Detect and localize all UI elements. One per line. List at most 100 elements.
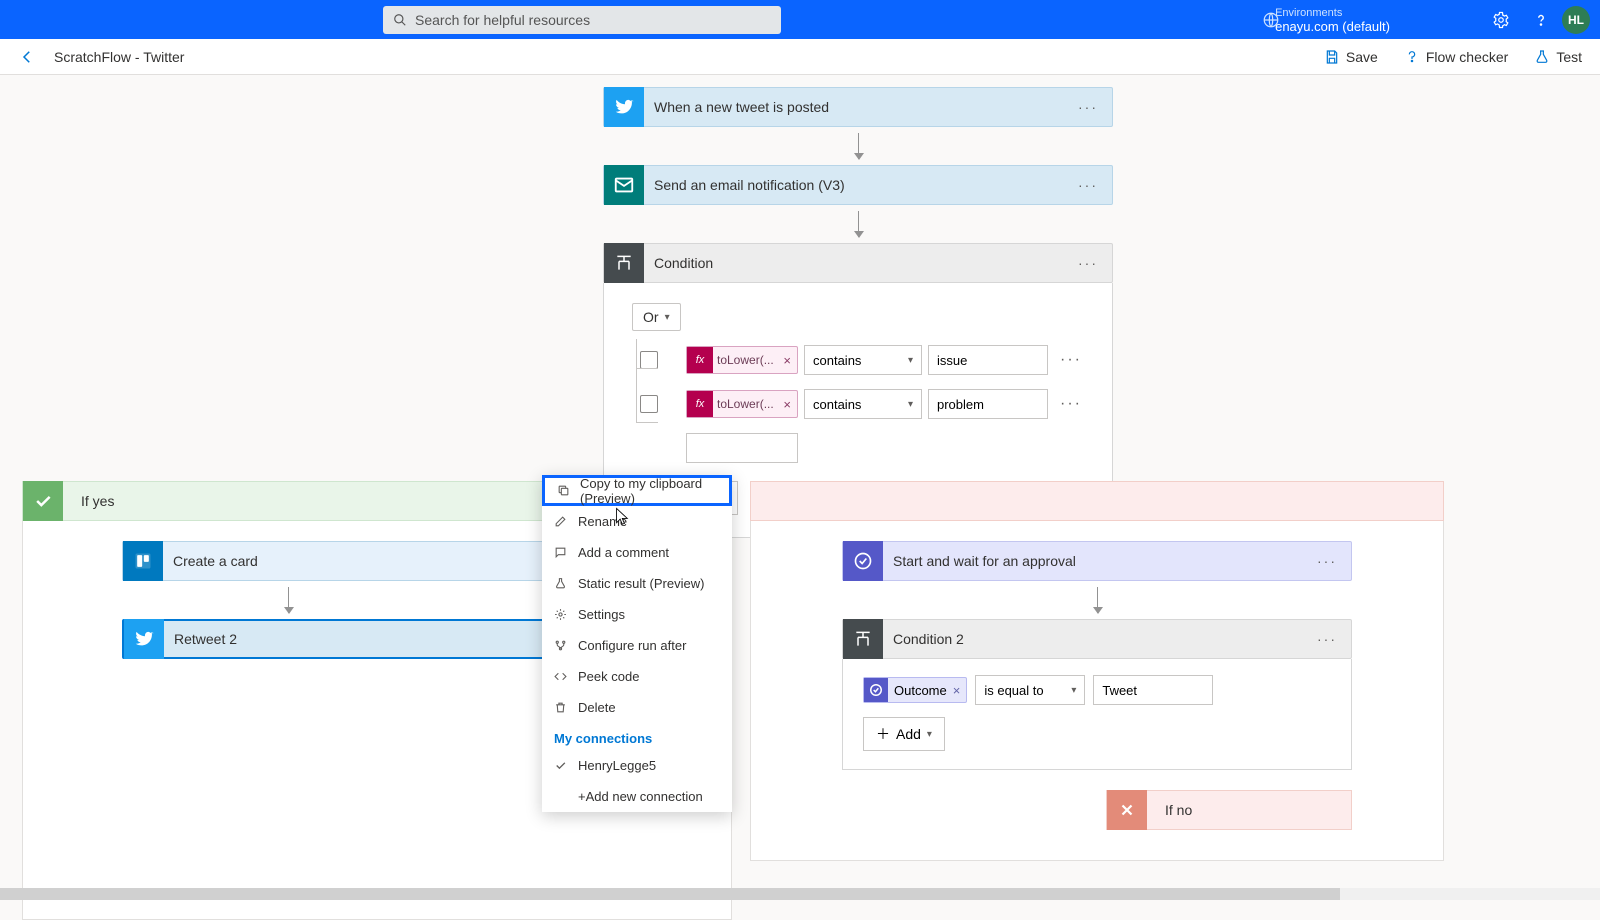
step-menu-button[interactable]: ···	[1078, 177, 1112, 193]
chevron-down-icon: ▾	[908, 355, 913, 366]
remove-token-button[interactable]: ×	[953, 683, 967, 698]
step-menu-button[interactable]: ···	[1317, 631, 1351, 647]
condition-icon	[843, 619, 883, 659]
step-start-approval[interactable]: Start and wait for an approval ···	[842, 541, 1352, 581]
back-button[interactable]	[18, 48, 36, 66]
search-placeholder: Search for helpful resources	[415, 12, 590, 28]
step-menu-button[interactable]: ···	[1317, 553, 1351, 569]
value-input[interactable]: problem	[928, 389, 1048, 419]
twitter-icon	[604, 87, 644, 127]
row-menu-button[interactable]: ···	[1060, 351, 1082, 369]
menu-add-connection[interactable]: +Add new connection	[542, 781, 732, 812]
approval-icon	[864, 678, 888, 702]
flow-canvas[interactable]: When a new tweet is posted ··· Send an e…	[0, 75, 1600, 900]
step-context-menu: Copy to my clipboard (Preview) Rename Ad…	[542, 475, 732, 812]
test-button[interactable]: Test	[1534, 49, 1582, 65]
flow-title: ScratchFlow - Twitter	[54, 49, 184, 65]
add-condition-button[interactable]: ＋ Add ▾	[863, 717, 945, 751]
flask-icon	[554, 577, 568, 590]
app-header: Search for helpful resources Environment…	[0, 0, 1600, 39]
step-title: Send an email notification (V3)	[644, 177, 1078, 193]
step-title: Start and wait for an approval	[883, 553, 1317, 569]
empty-expression-input[interactable]	[686, 433, 798, 463]
fx-icon: fx	[687, 391, 713, 417]
condition-row-empty	[632, 433, 1084, 463]
search-input[interactable]: Search for helpful resources	[383, 6, 781, 34]
comment-icon	[554, 546, 568, 559]
remove-token-button[interactable]: ×	[783, 353, 797, 368]
search-icon	[393, 13, 407, 27]
menu-section-connections: My connections	[542, 723, 732, 750]
help-icon[interactable]	[1532, 11, 1550, 29]
operator-dropdown[interactable]: contains ▾	[804, 345, 922, 375]
horizontal-scrollbar[interactable]	[0, 888, 1600, 900]
step-title: Retweet 2	[164, 631, 580, 647]
condition-row: fx toLower(... × contains ▾ issue ···	[632, 345, 1084, 375]
chevron-down-icon: ▾	[1071, 685, 1076, 696]
menu-add-comment[interactable]: Add a comment	[542, 537, 732, 568]
menu-static-result[interactable]: Static result (Preview)	[542, 568, 732, 599]
connector-arrow	[288, 587, 289, 613]
save-button[interactable]: Save	[1324, 49, 1378, 65]
value-input[interactable]: issue	[928, 345, 1048, 375]
step-condition[interactable]: Condition ···	[603, 243, 1113, 283]
environment-value: enayu.com (default)	[1275, 20, 1390, 33]
branch-icon	[554, 639, 568, 652]
plus-icon: ＋	[876, 724, 890, 744]
step-menu-button[interactable]: ···	[1078, 99, 1112, 115]
condition-row: fx toLower(... × contains ▾ problem ···	[632, 389, 1084, 419]
user-avatar[interactable]: HL	[1562, 6, 1590, 34]
condition-join-dropdown[interactable]: Or ▾	[632, 303, 681, 331]
menu-configure-run-after[interactable]: Configure run after	[542, 630, 732, 661]
if-no-branch[interactable]	[750, 481, 1444, 521]
check-icon	[23, 481, 63, 521]
row-menu-button[interactable]: ···	[1060, 395, 1082, 413]
chevron-down-icon: ▾	[927, 729, 932, 740]
value-input[interactable]: Tweet	[1093, 675, 1213, 705]
code-icon	[554, 670, 568, 683]
menu-rename[interactable]: Rename	[542, 506, 732, 537]
close-icon	[1107, 790, 1147, 830]
environment-picker[interactable]: Environments enayu.com (default)	[1275, 7, 1390, 33]
step-title: When a new tweet is posted	[644, 99, 1078, 115]
menu-connection-item[interactable]: HenryLegge5	[542, 750, 732, 781]
nested-if-no-branch[interactable]: If no	[1106, 790, 1352, 830]
connector-arrow	[1097, 587, 1098, 613]
command-bar: ScratchFlow - Twitter Save Flow checker …	[0, 39, 1600, 75]
header-actions	[1492, 11, 1550, 29]
approval-icon	[843, 541, 883, 581]
connector-arrow	[858, 133, 859, 159]
trello-icon	[123, 541, 163, 581]
mail-icon	[604, 165, 644, 205]
scrollbar-thumb[interactable]	[0, 888, 1340, 900]
menu-delete[interactable]: Delete	[542, 692, 732, 723]
chevron-down-icon: ▾	[908, 399, 913, 410]
expression-token[interactable]: fx toLower(... ×	[686, 346, 798, 374]
environment-label: Environments	[1275, 7, 1390, 20]
step-trigger-twitter[interactable]: When a new tweet is posted ···	[603, 87, 1113, 127]
flow-checker-button[interactable]: Flow checker	[1404, 49, 1508, 65]
expression-token[interactable]: fx toLower(... ×	[686, 390, 798, 418]
edit-icon	[554, 515, 568, 528]
check-icon	[554, 759, 568, 772]
chevron-down-icon: ▾	[665, 312, 670, 323]
step-condition-2[interactable]: Condition 2 ···	[842, 619, 1352, 659]
menu-settings[interactable]: Settings	[542, 599, 732, 630]
menu-peek-code[interactable]: Peek code	[542, 661, 732, 692]
step-menu-button[interactable]: ···	[1078, 255, 1112, 271]
outcome-token[interactable]: Outcome ×	[863, 677, 967, 703]
step-title: Create a card	[163, 553, 597, 569]
connector-arrow	[858, 211, 859, 237]
trash-icon	[554, 701, 568, 714]
operator-dropdown[interactable]: is equal to ▾	[975, 675, 1085, 705]
remove-token-button[interactable]: ×	[783, 397, 797, 412]
gear-icon	[554, 608, 568, 621]
step-title: Condition 2	[883, 631, 1317, 647]
fx-icon: fx	[687, 347, 713, 373]
operator-dropdown[interactable]: contains ▾	[804, 389, 922, 419]
menu-copy-to-clipboard[interactable]: Copy to my clipboard (Preview)	[542, 475, 732, 506]
gear-icon[interactable]	[1492, 11, 1510, 29]
condition2-body: Outcome × is equal to ▾ Tweet ＋ Add ▾	[842, 659, 1352, 770]
step-send-email[interactable]: Send an email notification (V3) ···	[603, 165, 1113, 205]
copy-icon	[557, 484, 570, 497]
